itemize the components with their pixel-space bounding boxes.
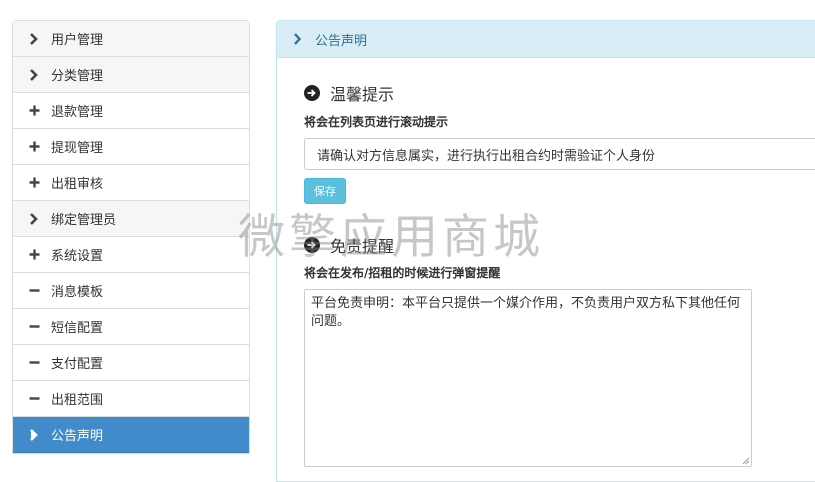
plus-icon xyxy=(27,248,41,262)
sidebar-menu: 用户管理 分类管理 退款管理 提现管理 出租审核 绑定管理员 系统设置 消息模板… xyxy=(12,20,250,454)
disclaimer-field-label: 将会在发布/招租的时候进行弹窗提醒 xyxy=(304,266,501,280)
plus-icon xyxy=(27,140,41,154)
plus-icon xyxy=(27,104,41,118)
plus-icon xyxy=(27,176,41,190)
chevron-right-icon xyxy=(27,428,41,442)
notice-input[interactable] xyxy=(304,138,815,170)
minus-icon xyxy=(27,392,41,406)
sidebar-item-refund-management[interactable]: 退款管理 xyxy=(13,93,249,129)
minus-icon xyxy=(27,356,41,370)
sidebar-item-label: 消息模板 xyxy=(51,285,104,300)
sidebar-item-label: 出租审核 xyxy=(51,177,104,192)
disclaimer-textarea[interactable]: 平台免责申明：本平台只提供一个媒介作用，不负责用户双方私下其他任何问题。 xyxy=(304,289,752,467)
chevron-right-icon xyxy=(293,32,305,46)
sidebar-item-announcement[interactable]: 公告声明 xyxy=(13,417,249,453)
notice-field-label: 将会在列表页进行滚动提示 xyxy=(304,115,449,129)
disclaimer-section-heading: 免责提醒 xyxy=(330,237,395,256)
panel-heading: 公告声明 xyxy=(277,21,815,58)
sidebar-item-label: 用户管理 xyxy=(51,33,104,48)
sidebar-item-message-templates[interactable]: 消息模板 xyxy=(13,273,249,309)
sidebar-item-label: 绑定管理员 xyxy=(51,213,117,228)
disclaimer-section-title: 免责提醒 xyxy=(304,233,394,257)
sidebar-item-payment-config[interactable]: 支付配置 xyxy=(13,345,249,381)
chevron-right-icon xyxy=(27,68,41,82)
sidebar-item-label: 分类管理 xyxy=(51,69,104,84)
notice-section-title: 温馨提示 xyxy=(304,81,394,105)
sidebar-item-label: 退款管理 xyxy=(51,105,104,120)
circle-arrow-right-icon xyxy=(304,237,320,253)
sidebar-item-user-management[interactable]: 用户管理 xyxy=(13,21,249,57)
panel-title: 公告声明 xyxy=(315,33,368,49)
save-button[interactable]: 保存 xyxy=(304,178,346,204)
sidebar-item-label: 出租范围 xyxy=(51,393,104,408)
sidebar-item-label: 公告声明 xyxy=(51,429,104,444)
sidebar-item-rental-review[interactable]: 出租审核 xyxy=(13,165,249,201)
sidebar-item-rental-range[interactable]: 出租范围 xyxy=(13,381,249,417)
notice-section-heading: 温馨提示 xyxy=(330,85,395,104)
chevron-right-icon xyxy=(27,32,41,46)
sidebar-item-label: 短信配置 xyxy=(51,321,104,336)
minus-icon xyxy=(27,284,41,298)
sidebar-item-sms-config[interactable]: 短信配置 xyxy=(13,309,249,345)
sidebar-item-label: 系统设置 xyxy=(51,249,104,264)
sidebar-item-bind-admin[interactable]: 绑定管理员 xyxy=(13,201,249,237)
sidebar-item-system-settings[interactable]: 系统设置 xyxy=(13,237,249,273)
announcement-panel: 公告声明 温馨提示 将会在列表页进行滚动提示 保存 免责提醒 将会在发布/招租的… xyxy=(276,20,815,482)
sidebar-item-label: 提现管理 xyxy=(51,141,104,156)
chevron-right-icon xyxy=(27,212,41,226)
minus-icon xyxy=(27,320,41,334)
circle-arrow-right-icon xyxy=(304,85,320,101)
resize-grip-icon[interactable] xyxy=(740,455,750,465)
sidebar-item-category-management[interactable]: 分类管理 xyxy=(13,57,249,93)
sidebar-item-label: 支付配置 xyxy=(51,357,104,372)
sidebar-item-withdraw-management[interactable]: 提现管理 xyxy=(13,129,249,165)
